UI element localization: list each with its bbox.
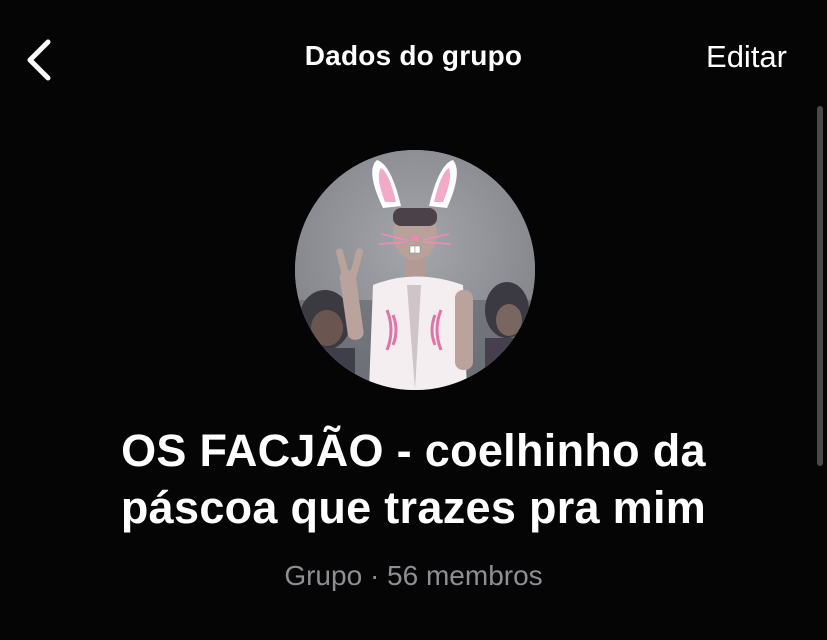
group-info-screen: Dados do grupo Editar OS FACJÃO - coelhi… (0, 0, 827, 640)
group-name-line-1: OS FACJÃO - coelhinho da (121, 425, 706, 476)
separator-dot: · (369, 560, 380, 591)
page-title: Dados do grupo (304, 40, 523, 71)
group-subtitle: Grupo · 56 membros (0, 560, 827, 592)
group-name-line-2: páscoa que trazes pra mim (120, 482, 707, 533)
scrollbar[interactable] (817, 106, 823, 466)
navigation-bar: Dados do grupo Editar (0, 0, 827, 120)
member-count[interactable]: 56 membros (387, 560, 543, 591)
group-photo (295, 150, 535, 390)
group-avatar[interactable] (295, 150, 535, 390)
group-name: OS FACJÃO - coelhinho da páscoa que traz… (0, 422, 827, 536)
group-type-label: Grupo (284, 560, 363, 591)
edit-button[interactable]: Editar (706, 39, 787, 75)
